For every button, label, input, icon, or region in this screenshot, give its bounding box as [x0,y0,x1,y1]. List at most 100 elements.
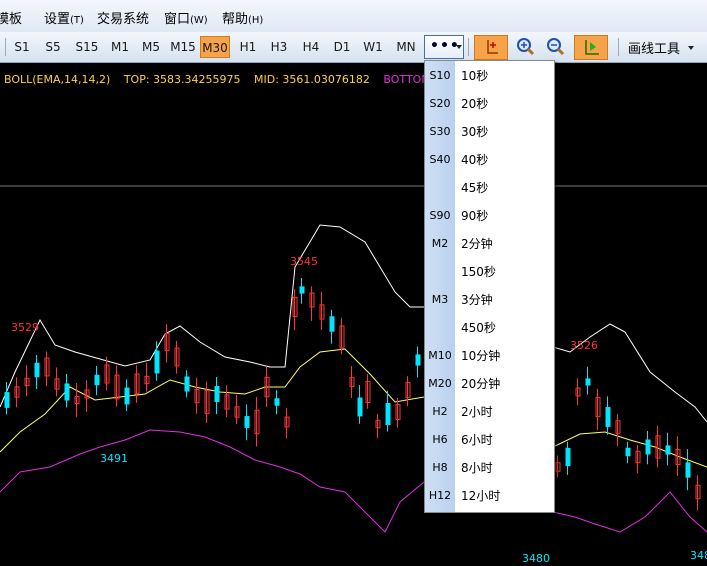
dropdown-item-s10[interactable]: S10 10秒 [425,62,554,90]
timeframe-m30-button[interactable]: M30 [200,36,230,58]
boll-mid-value: MID: 3561.03076182 [254,73,370,86]
play-chart-button[interactable] [574,35,608,60]
timeframe-w1-button[interactable]: W1 [360,36,386,58]
menu-trading-system[interactable]: 交易系统 [97,8,149,27]
candle-body [605,407,611,427]
zoom-in-icon [517,38,535,56]
dropdown-item-label: 450秒 [461,321,496,335]
dropdown-item-label: 40秒 [461,153,489,167]
zoom-out-button[interactable] [540,35,574,60]
candle-body [415,354,421,366]
draw-tools-menu[interactable]: 画线工具 [628,38,680,57]
candle-body [385,403,391,425]
timeframe-mn-button[interactable]: MN [392,36,420,58]
candle-body [625,447,631,457]
dropdown-item-m20[interactable]: M20 20分钟 [425,370,554,398]
timeframe-dropdown-menu: S10 10秒 S20 20秒 S30 30秒 S40 40秒 45秒 S90 90秒 M2 2分钟 15… [424,60,555,513]
dropdown-item-s90[interactable]: S90 90秒 [425,202,554,230]
timeframe-d1-button[interactable]: D1 [330,36,354,58]
menu-window[interactable]: 窗口(W) [164,8,208,27]
candle-body [94,374,100,386]
dropdown-item-custom-9[interactable]: 450秒 [425,314,554,342]
dropdown-item-code: S40 [429,153,451,166]
timeframe-h1-button[interactable]: H1 [236,36,260,58]
more-timeframes-button[interactable]: ••• [424,35,464,59]
dropdown-item-label: 10分钟 [461,349,501,363]
dropdown-item-label: 20秒 [461,97,489,111]
menu-template[interactable]: 模板 [0,8,22,27]
dropdown-item-label: 20分钟 [461,377,501,391]
dropdown-item-m10[interactable]: M10 10分钟 [425,342,554,370]
timeframe-m1-button[interactable]: M1 [107,36,133,58]
price-chart[interactable]: 3529 3545 3526 3491 3480 3486 [0,62,707,565]
dropdown-item-code: H12 [428,489,452,502]
timeframe-m5-button[interactable]: M5 [138,36,164,58]
price-high-label: 3545 [290,255,318,268]
zoom-out-icon [547,38,565,56]
dropdown-item-code: S10 [429,69,451,82]
price-low-label: 3480 [522,552,550,562]
toolbar-separator [5,38,6,56]
timeframe-s1-button[interactable]: S1 [10,36,34,58]
dropdown-item-code: M2 [431,237,449,250]
menu-settings[interactable]: 设置(T) [44,8,84,27]
boll-top-value: TOP: 3583.34255975 [123,73,241,86]
dropdown-item-custom-7[interactable]: 150秒 [425,258,554,286]
dropdown-item-label: 150秒 [461,265,496,279]
dropdown-item-h12[interactable]: H12 12小时 [425,482,554,510]
boll-lower-band [552,491,707,533]
dropdown-item-s40[interactable]: S40 40秒 [425,146,554,174]
candle-body [184,376,190,392]
price-low-label: 3491 [100,452,128,465]
dropdown-item-code: H6 [432,433,448,446]
candle-body [685,462,691,478]
price-high-label: 3529 [11,321,39,334]
menu-template-label: 模板 [0,12,23,27]
dropdown-item-label: 30秒 [461,125,489,139]
timeframe-s5-button[interactable]: S5 [40,36,66,58]
toolbar: S1 S5 S15 M1 M5 M15 M30 H1 H3 H4 D1 W1 MN ••• 画线工具 [0,32,707,63]
dropdown-item-code: M10 [428,349,452,362]
candle-body [585,378,591,386]
timeframe-s15-button[interactable]: S15 [71,36,103,58]
dropdown-item-m3[interactable]: M3 3分钟 [425,286,554,314]
dropdown-item-m2[interactable]: M2 2分钟 [425,230,554,258]
dropdown-item-label: 6小时 [461,433,493,447]
timeframe-m15-button[interactable]: M15 [168,36,198,58]
menu-window-label: 窗口 [164,12,191,27]
candle-body [124,387,130,405]
dropdown-item-s20[interactable]: S20 20秒 [425,90,554,118]
zoom-in-button[interactable] [510,35,544,60]
dropdown-item-s30[interactable]: S30 30秒 [425,118,554,146]
boll-name: BOLL(EMA,14,14,2) [4,73,111,86]
dropdown-item-code: S20 [429,97,451,110]
timeframe-h4-button[interactable]: H4 [298,36,324,58]
dropdown-item-code: H8 [432,461,448,474]
candle-body [329,316,335,332]
menu-help[interactable]: 帮助(H) [222,8,263,27]
dropdown-item-code: M20 [428,377,452,390]
boll-upper-band [0,224,424,408]
boll-lower-band [0,429,425,533]
timeframe-h3-button[interactable]: H3 [266,36,292,58]
dropdown-item-h6[interactable]: H6 6小时 [425,426,554,454]
candle-body [665,445,671,455]
dropdown-item-label: 12小时 [461,489,501,503]
toolbar-separator [618,38,619,56]
candle-body [645,439,651,455]
dropdown-item-code: S30 [429,125,451,138]
menu-bar: 模板 设置(T) 交易系统 窗口(W) 帮助(H) [0,0,707,33]
candlestick-canvas: 3529 3545 3526 3491 3480 3486 [0,185,707,565]
dropdown-item-label: 3分钟 [461,293,493,307]
dropdown-item-h8[interactable]: H8 8小时 [425,454,554,482]
candle-body [214,386,220,402]
candle-body [244,416,250,428]
play-chart-icon [585,40,599,55]
dropdown-item-custom-4[interactable]: 45秒 [425,174,554,202]
chart-add-button[interactable] [474,35,508,60]
dropdown-item-code: M3 [431,293,449,306]
dropdown-item-h2[interactable]: H2 2小时 [425,398,554,426]
candle-body [274,398,280,406]
chevron-down-icon [456,45,462,49]
dropdown-item-label: 10秒 [461,69,489,83]
